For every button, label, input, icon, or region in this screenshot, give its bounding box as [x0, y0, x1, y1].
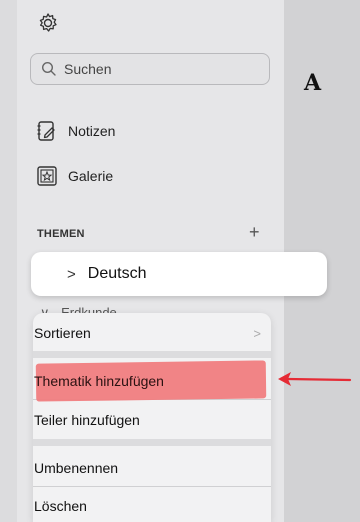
search-icon — [41, 61, 57, 77]
menu-item-umbenennen[interactable]: Umbenennen — [33, 450, 271, 486]
menu-item-teiler-hinzufuegen[interactable]: Teiler hinzufügen — [33, 402, 271, 438]
settings-gear-icon[interactable] — [37, 12, 59, 34]
add-topic-button[interactable]: + — [249, 222, 260, 243]
topic-item-deutsch[interactable]: > Deutsch — [31, 252, 327, 296]
menu-item-label: Sortieren — [34, 325, 91, 341]
gallery-icon — [36, 165, 58, 187]
menu-item-label: Thematik hinzufügen — [34, 373, 164, 389]
menu-divider — [33, 486, 271, 487]
menu-item-label: Umbenennen — [34, 460, 119, 476]
topic-label: Deutsch — [87, 265, 147, 282]
menu-group-divider — [33, 351, 271, 358]
chevron-right-icon: > — [253, 325, 261, 341]
sidebar-item-notizen[interactable]: Notizen — [36, 117, 115, 145]
left-edge-strip — [0, 0, 17, 522]
notes-icon — [36, 120, 58, 142]
menu-item-loeschen[interactable]: Löschen — [33, 488, 271, 522]
sidebar-item-galerie[interactable]: Galerie — [36, 162, 113, 190]
search-placeholder: Suchen — [64, 61, 112, 77]
sidebar-item-label: Notizen — [68, 123, 116, 139]
red-arrow-annotation — [276, 370, 352, 390]
sidebar-item-label: Galerie — [68, 168, 114, 184]
menu-item-sortieren[interactable]: Sortieren > — [33, 315, 271, 351]
main-title: A — [304, 70, 322, 96]
search-input[interactable]: Suchen — [30, 53, 270, 85]
chevron-right-icon: > — [67, 265, 76, 283]
menu-item-label: Löschen — [34, 498, 87, 514]
menu-item-thematik-label-wrap: Thematik hinzufügen — [34, 363, 164, 399]
context-menu: Sortieren > Teiler hinzufügen Umbenennen… — [33, 313, 271, 522]
menu-group-divider — [33, 439, 271, 446]
menu-item-label: Teiler hinzufügen — [34, 412, 140, 428]
topics-section-title: THEMEN — [37, 228, 85, 240]
